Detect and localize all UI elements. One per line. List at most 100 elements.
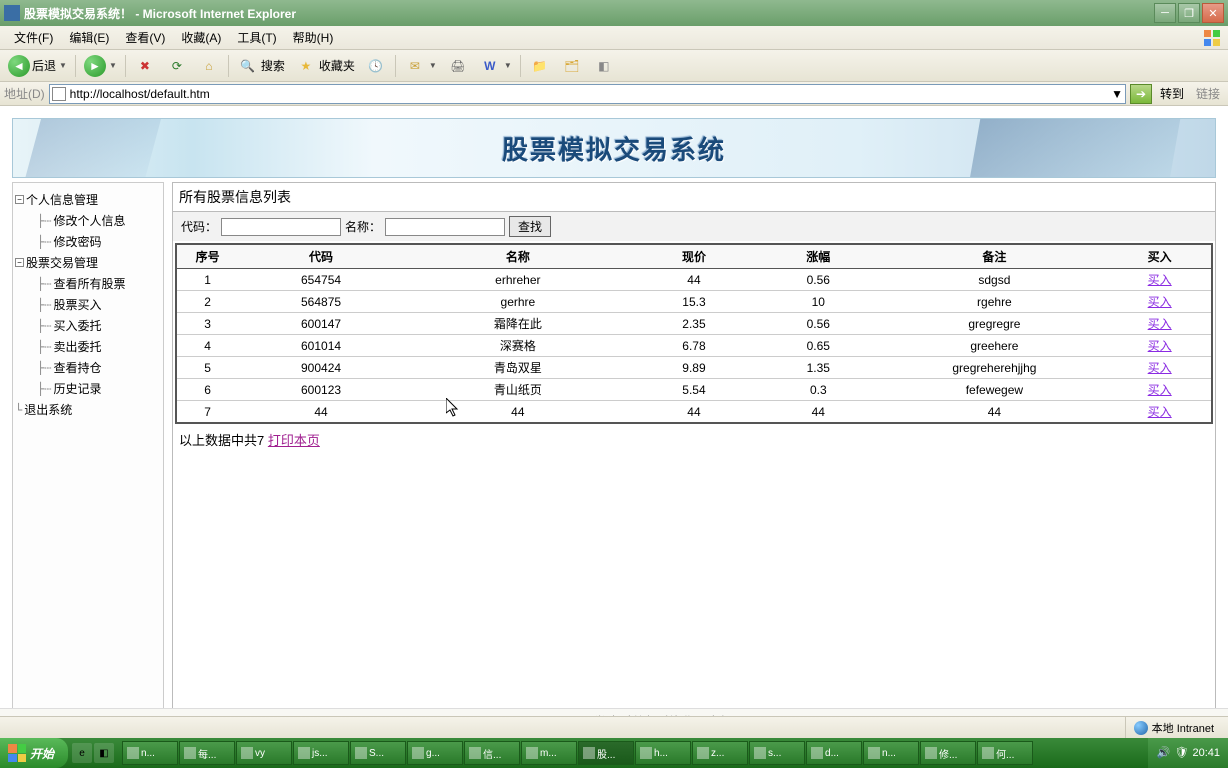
menu-tools[interactable]: 工具(T) xyxy=(229,27,284,48)
tree-node[interactable]: −个人信息管理 xyxy=(15,189,161,210)
start-button[interactable]: 开始 xyxy=(0,738,68,768)
taskbar-task[interactable]: z... xyxy=(692,741,748,765)
favorites-label: 收藏夹 xyxy=(319,57,355,74)
menu-edit[interactable]: 编辑(E) xyxy=(61,27,117,48)
home-icon: ⌂ xyxy=(198,55,220,77)
taskbar-task[interactable]: n... xyxy=(122,741,178,765)
column-header: 代码 xyxy=(238,244,404,269)
address-url: http://localhost/default.htm xyxy=(70,87,1107,101)
tree-node[interactable]: ├┄卖出委托 xyxy=(15,336,161,357)
tree-node[interactable]: ├┄查看持仓 xyxy=(15,357,161,378)
mail-icon: ✉ xyxy=(404,55,426,77)
taskbar-task[interactable]: 股... xyxy=(578,741,634,765)
buy-link[interactable]: 买入 xyxy=(1148,295,1172,309)
close-button[interactable]: ✕ xyxy=(1202,3,1224,23)
menu-file[interactable]: 文件(F) xyxy=(6,27,61,48)
tray-icon[interactable]: 🛡 xyxy=(1174,746,1188,760)
minimize-button[interactable]: ─ xyxy=(1154,3,1176,23)
expand-icon[interactable]: − xyxy=(15,195,24,204)
table-row: 74444444444买入 xyxy=(176,401,1212,424)
window-titlebar: 股票模拟交易系统！ - Microsoft Internet Explorer … xyxy=(0,0,1228,26)
misc-button[interactable]: ◧ xyxy=(589,53,619,79)
menu-view[interactable]: 查看(V) xyxy=(117,27,173,48)
tree-node[interactable]: ├┄买入委托 xyxy=(15,315,161,336)
cell-name: 霜降在此 xyxy=(404,313,632,335)
chevron-down-icon[interactable]: ▼ xyxy=(1111,87,1123,101)
taskbar-task[interactable]: 修... xyxy=(920,741,976,765)
refresh-button[interactable]: ⟳ xyxy=(162,53,192,79)
search-button[interactable]: 🔍搜索 xyxy=(233,53,289,79)
print-button[interactable]: 🖨 xyxy=(443,53,473,79)
menu-favorites[interactable]: 收藏(A) xyxy=(173,27,229,48)
stop-button[interactable]: ✖ xyxy=(130,53,160,79)
edit-button[interactable]: W▼ xyxy=(475,53,516,79)
globe-icon xyxy=(1134,721,1148,735)
tree-line: ├┄ xyxy=(37,361,51,375)
history-button[interactable]: 🕓 xyxy=(361,53,391,79)
buy-link[interactable]: 买入 xyxy=(1148,383,1172,397)
expand-icon[interactable]: − xyxy=(15,258,24,267)
menu-bar: 文件(F) 编辑(E) 查看(V) 收藏(A) 工具(T) 帮助(H) xyxy=(0,26,1228,50)
cell-name: 深赛格 xyxy=(404,335,632,357)
tree-label: 修改个人信息 xyxy=(53,212,125,229)
buy-link[interactable]: 买入 xyxy=(1148,339,1172,353)
cell-name: erhreher xyxy=(404,269,632,291)
separator xyxy=(125,55,126,77)
taskbar-task[interactable]: s... xyxy=(749,741,805,765)
tree-node[interactable]: −股票交易管理 xyxy=(15,252,161,273)
forward-button[interactable]: ►▼ xyxy=(80,53,121,79)
tree-node[interactable]: ├┄修改密码 xyxy=(15,231,161,252)
tray-icon[interactable]: 🔊 xyxy=(1156,746,1170,760)
taskbar-task[interactable]: 每... xyxy=(179,741,235,765)
code-input[interactable] xyxy=(221,218,341,236)
folder-button[interactable]: 📁 xyxy=(525,53,555,79)
taskbar-task[interactable]: h... xyxy=(635,741,691,765)
footer-count: 以上数据中共7 xyxy=(179,433,268,448)
links-label[interactable]: 链接 xyxy=(1192,85,1224,102)
cell-code: 44 xyxy=(238,401,404,424)
folders-button[interactable]: 🗂 xyxy=(557,53,587,79)
ie-quick-icon[interactable]: e xyxy=(72,743,92,763)
back-button[interactable]: ◄ 后退 ▼ xyxy=(4,53,71,79)
buy-link[interactable]: 买入 xyxy=(1148,273,1172,287)
maximize-button[interactable]: ❐ xyxy=(1178,3,1200,23)
taskbar-task[interactable]: m... xyxy=(521,741,577,765)
history-icon: 🕓 xyxy=(365,55,387,77)
tree-node[interactable]: ├┄查看所有股票 xyxy=(15,273,161,294)
tree-node[interactable]: ├┄股票买入 xyxy=(15,294,161,315)
buy-link[interactable]: 买入 xyxy=(1148,317,1172,331)
taskbar-task[interactable]: js... xyxy=(293,741,349,765)
buy-link[interactable]: 买入 xyxy=(1148,361,1172,375)
task-buttons: n...每...vyjs...S...g...信...m...股...h...z… xyxy=(118,741,1148,765)
taskbar-task[interactable]: 信... xyxy=(464,741,520,765)
address-field[interactable]: http://localhost/default.htm ▼ xyxy=(49,84,1126,104)
mail-button[interactable]: ✉▼ xyxy=(400,53,441,79)
menu-help[interactable]: 帮助(H) xyxy=(285,27,342,48)
folders-icon: 🗂 xyxy=(561,55,583,77)
tree-label: 查看持仓 xyxy=(53,359,101,376)
taskbar-task[interactable]: 何... xyxy=(977,741,1033,765)
desktop-quick-icon[interactable]: ◧ xyxy=(94,743,114,763)
taskbar-task[interactable]: vy xyxy=(236,741,292,765)
tree-node[interactable]: ├┄修改个人信息 xyxy=(15,210,161,231)
tree-line: ├┄ xyxy=(37,319,51,333)
tree-node[interactable]: └退出系统 xyxy=(15,399,161,420)
home-button[interactable]: ⌂ xyxy=(194,53,224,79)
taskbar-task[interactable]: n... xyxy=(863,741,919,765)
taskbar-task[interactable]: g... xyxy=(407,741,463,765)
star-icon: ★ xyxy=(295,55,317,77)
print-link[interactable]: 打印本页 xyxy=(268,433,320,448)
tree-node[interactable]: ├┄历史记录 xyxy=(15,378,161,399)
taskbar-task[interactable]: S... xyxy=(350,741,406,765)
clock: 20:41 xyxy=(1192,747,1220,759)
favorites-button[interactable]: ★收藏夹 xyxy=(291,53,359,79)
chevron-down-icon: ▼ xyxy=(109,61,117,70)
table-row: 4601014深赛格6.780.65greehere买入 xyxy=(176,335,1212,357)
name-input[interactable] xyxy=(385,218,505,236)
cell-note: rgehre xyxy=(880,291,1108,313)
search-button[interactable]: 查找 xyxy=(509,216,551,237)
tree-label: 股票买入 xyxy=(53,296,101,313)
buy-link[interactable]: 买入 xyxy=(1148,405,1172,419)
go-button[interactable]: ➔ xyxy=(1130,84,1152,104)
taskbar-task[interactable]: d... xyxy=(806,741,862,765)
